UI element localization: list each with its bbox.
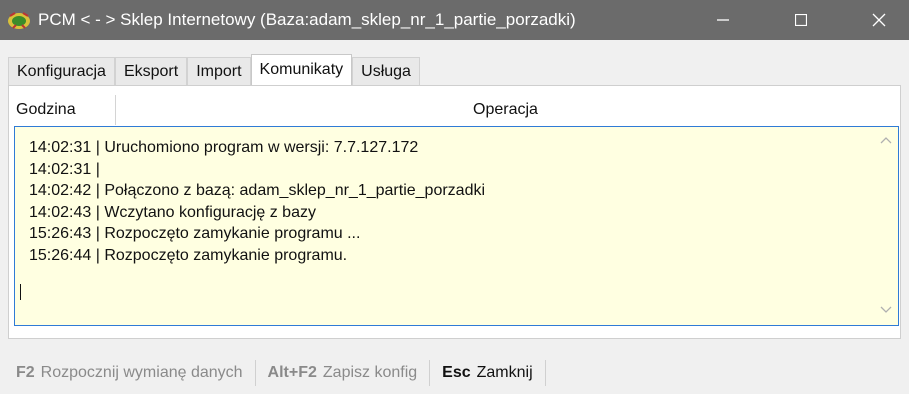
log-line: 15:26:44 | Rozpoczęto zamykanie programu… [29, 246, 348, 264]
scroll-down-button[interactable] [878, 305, 894, 319]
column-header-godzina[interactable]: Godzina [10, 95, 116, 125]
separator [544, 360, 546, 386]
text-caret [20, 284, 21, 300]
close-action[interactable]: Esc Zamknij [442, 364, 532, 382]
close-button[interactable] [849, 0, 909, 40]
tab-import[interactable]: Import [187, 57, 251, 85]
column-header-operacja[interactable]: Operacja [116, 95, 895, 125]
chevron-up-icon [880, 137, 892, 144]
log-textarea[interactable]: 14:02:31 | Uruchomiono program w wersji:… [14, 126, 899, 326]
title-bar[interactable]: PCM < - > Sklep Internetowy (Baza:adam_s… [0, 0, 909, 40]
tab-komunikaty[interactable]: Komunikaty [250, 54, 353, 85]
shortcut-label: Zapisz konfig [322, 364, 418, 381]
log-line: 14:02:43 | Wczytano konfigurację z bazy [29, 203, 316, 221]
log-line: 14:02:31 | Uruchomiono program w wersji:… [29, 139, 419, 156]
shortcut-key: Alt+F2 [267, 364, 317, 381]
minimize-icon [717, 19, 729, 21]
chevron-down-icon [880, 306, 892, 313]
tab-usluga[interactable]: Usługa [352, 57, 420, 85]
scroll-up-button[interactable] [878, 135, 894, 149]
tab-eksport[interactable]: Eksport [114, 57, 188, 85]
status-bar: F2 Rozpocznij wymianę danych Alt+F2 Zapisz… [16, 358, 558, 388]
tab-bar: Konfiguracja Eksport Import Komunikaty U… [8, 54, 420, 85]
log-line: 15:26:43 | Rozpoczęto zamykanie programu… [29, 225, 361, 242]
shortcut-label: Zamknij [476, 364, 533, 381]
maximize-button[interactable] [771, 0, 831, 40]
log-line: 14:02:42 | Połączono z bazą: adam_sklep_… [29, 182, 486, 199]
shortcut-key: F2 [16, 364, 35, 381]
window-title: PCM < - > Sklep Internetowy (Baza:adam_s… [38, 10, 576, 29]
shortcut-key: Esc [442, 364, 471, 381]
table-header: Godzina Operacja [10, 95, 895, 125]
separator [429, 360, 431, 386]
log-line: 14:02:31 | [29, 160, 100, 178]
start-exchange-action[interactable]: F2 Rozpocznij wymianę danych [16, 364, 243, 382]
log-lines: 14:02:31 | Uruchomiono program w wersji:… [29, 137, 485, 266]
separator [254, 360, 256, 386]
tab-konfiguracja[interactable]: Konfiguracja [8, 57, 115, 85]
maximize-icon [795, 14, 807, 26]
shortcut-label: Rozpocznij wymianę danych [40, 364, 243, 381]
close-icon [872, 13, 886, 27]
minimize-button[interactable] [693, 0, 753, 40]
app-logo-icon [8, 12, 30, 29]
save-config-action[interactable]: Alt+F2 Zapisz konfig [268, 364, 418, 382]
